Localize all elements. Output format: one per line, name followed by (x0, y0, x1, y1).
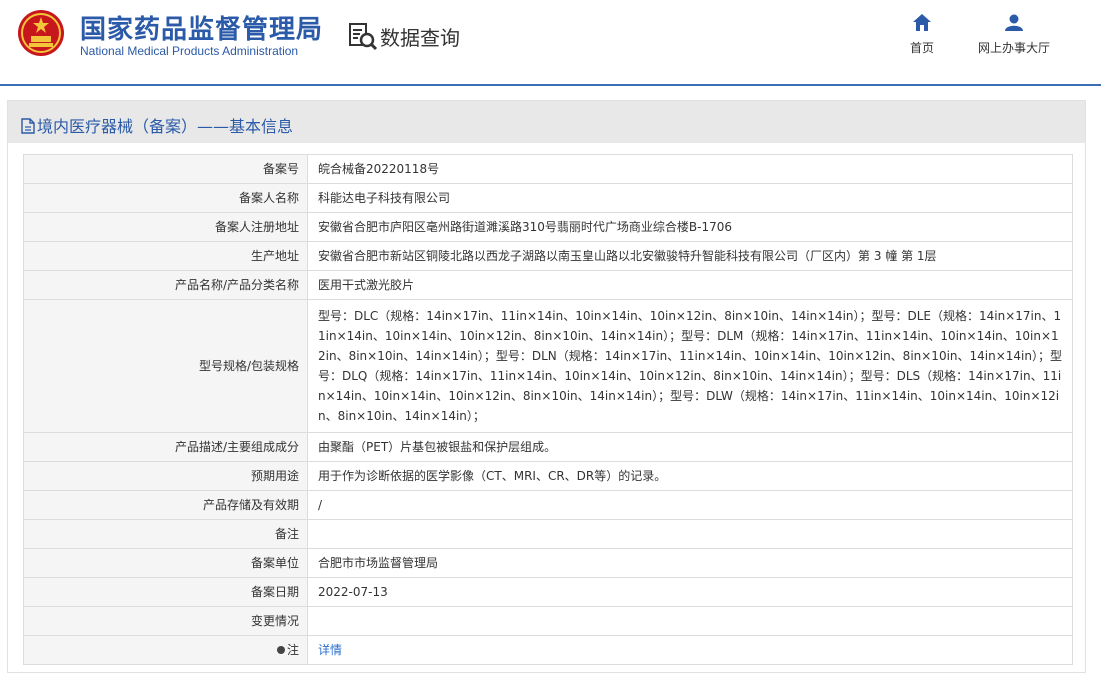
nav-home[interactable]: 首页 (902, 14, 942, 56)
home-icon (913, 14, 931, 31)
row-value-note: 详情 (307, 635, 1073, 665)
nav-home-label: 首页 (909, 41, 934, 55)
table-row: 产品描述/主要组成成分 由聚酯（PET）片基包被银盐和保护层组成。 (23, 432, 1073, 462)
row-value: 安徽省合肥市新站区铜陵北路以西龙子湖路以南玉皇山路以北安徽骏特升智能科技有限公司… (307, 241, 1073, 271)
row-value: 安徽省合肥市庐阳区亳州路街道濉溪路310号翡丽时代广场商业综合楼B-1706 (307, 212, 1073, 242)
panel-title: 境内医疗器械（备案）——基本信息 (21, 113, 293, 137)
nav-online-hall[interactable]: 网上办事大厅 (970, 14, 1058, 56)
row-label: 备注 (23, 519, 308, 549)
table-row: 备案号 皖合械备20220118号 (23, 154, 1073, 184)
data-query-icon (349, 23, 378, 51)
row-value: 2022-07-13 (307, 577, 1073, 607)
table-row: 型号规格/包装规格 型号：DLC（规格：14in×17in、11in×14in、… (23, 299, 1073, 433)
table-row: 备案人名称 科能达电子科技有限公司 (23, 183, 1073, 213)
row-value (307, 606, 1073, 636)
details-link[interactable]: 详情 (318, 643, 342, 657)
row-value: 科能达电子科技有限公司 (307, 183, 1073, 213)
table-row: 备案单位 合肥市市场监督管理局 (23, 548, 1073, 578)
brand-name-cn: 国家药品监督管理局 (80, 15, 324, 45)
brand-name-en: National Medical Products Administration (80, 44, 299, 58)
row-label-note: 注 (23, 635, 308, 665)
row-label: 生产地址 (23, 241, 308, 271)
info-panel: 境内医疗器械（备案）——基本信息 备案号 皖合械备20220118号 备案人名称… (7, 100, 1086, 673)
table-row: 预期用途 用于作为诊断依据的医学影像（CT、MRI、CR、DR等）的记录。 (23, 461, 1073, 491)
row-label: 备案单位 (23, 548, 308, 578)
row-value: 型号：DLC（规格：14in×17in、11in×14in、10in×14in、… (307, 299, 1073, 433)
row-label: 备案号 (23, 154, 308, 184)
row-label: 产品名称/产品分类名称 (23, 270, 308, 300)
nav-online-hall-label: 网上办事大厅 (977, 41, 1050, 55)
table-row: 生产地址 安徽省合肥市新站区铜陵北路以西龙子湖路以南玉皇山路以北安徽骏特升智能科… (23, 241, 1073, 271)
user-icon (1005, 14, 1023, 31)
table-row-note: 注 详情 (23, 635, 1073, 665)
row-value: 用于作为诊断依据的医学影像（CT、MRI、CR、DR等）的记录。 (307, 461, 1073, 491)
panel-title-text: 境内医疗器械（备案）——基本信息 (37, 117, 294, 136)
panel-header: 境内医疗器械（备案）——基本信息 (8, 101, 1085, 143)
national-emblem-icon (18, 10, 64, 56)
row-value: 医用干式激光胶片 (307, 270, 1073, 300)
table-row: 产品名称/产品分类名称 医用干式激光胶片 (23, 270, 1073, 300)
row-value: 由聚酯（PET）片基包被银盐和保护层组成。 (307, 432, 1073, 462)
document-icon (21, 118, 35, 134)
section-title: 数据查询 (380, 26, 460, 50)
site-header: 国家药品监督管理局 National Medical Products Admi… (0, 0, 1101, 86)
row-label: 备案日期 (23, 577, 308, 607)
row-label: 备案人名称 (23, 183, 308, 213)
row-label: 型号规格/包装规格 (23, 299, 308, 433)
table-row: 产品存储及有效期 / (23, 490, 1073, 520)
note-label: 注 (286, 643, 299, 657)
row-label: 变更情况 (23, 606, 308, 636)
table-row: 备案人注册地址 安徽省合肥市庐阳区亳州路街道濉溪路310号翡丽时代广场商业综合楼… (23, 212, 1073, 242)
row-label: 产品描述/主要组成成分 (23, 432, 308, 462)
row-label: 预期用途 (23, 461, 308, 491)
row-label: 产品存储及有效期 (23, 490, 308, 520)
table-row: 变更情况 (23, 606, 1073, 636)
info-table: 备案号 皖合械备20220118号 备案人名称 科能达电子科技有限公司 备案人注… (23, 154, 1073, 665)
row-value: / (307, 490, 1073, 520)
row-value (307, 519, 1073, 549)
bullet-icon (276, 646, 285, 654)
table-row: 备注 (23, 519, 1073, 549)
row-value: 合肥市市场监督管理局 (307, 548, 1073, 578)
table-row: 备案日期 2022-07-13 (23, 577, 1073, 607)
row-label: 备案人注册地址 (23, 212, 308, 242)
row-value: 皖合械备20220118号 (307, 154, 1073, 184)
